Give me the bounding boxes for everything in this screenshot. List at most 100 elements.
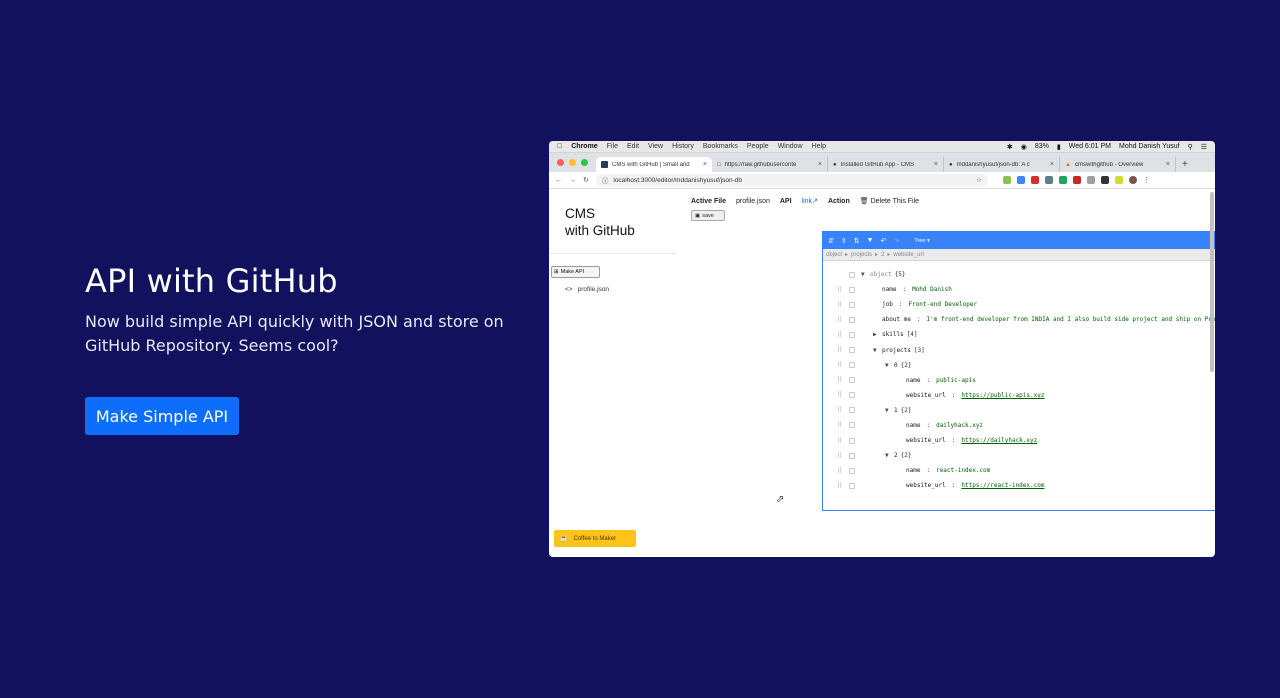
drag-handle-icon[interactable]: ⠿ bbox=[837, 331, 842, 339]
make-api-button[interactable]: ⊞ Make API bbox=[551, 266, 600, 278]
menu-window[interactable]: Window bbox=[778, 143, 803, 150]
extension-icon[interactable] bbox=[1114, 176, 1123, 184]
tree-row[interactable]: ⠿ name: react-index.com bbox=[823, 463, 1215, 478]
context-menu-button[interactable] bbox=[849, 362, 855, 369]
extension-icon[interactable] bbox=[1058, 176, 1067, 184]
collapse-icon[interactable]: ▼ bbox=[885, 452, 891, 459]
context-menu-button[interactable] bbox=[849, 331, 855, 338]
tree-url-value[interactable]: https://dailyhack.xyz bbox=[961, 437, 1037, 444]
context-menu-button[interactable] bbox=[849, 347, 855, 354]
collapse-icon[interactable]: ▼ bbox=[885, 362, 891, 369]
context-menu-button[interactable] bbox=[849, 377, 855, 384]
breadcrumb-item[interactable]: website_url bbox=[893, 252, 923, 258]
tree-value[interactable]: Mohd Danish bbox=[912, 286, 952, 293]
tree-row[interactable]: ⠿ about me: I'm front-end developer from I… bbox=[823, 312, 1215, 327]
extension-icon[interactable] bbox=[1030, 176, 1039, 184]
apple-icon[interactable]:  bbox=[557, 143, 562, 150]
context-menu-button[interactable] bbox=[849, 286, 855, 293]
tree-row[interactable]: ⠿ name: Mohd Danish bbox=[823, 282, 1215, 297]
filter-icon[interactable]: ▼ bbox=[867, 237, 874, 244]
context-menu-button[interactable] bbox=[849, 392, 855, 399]
user-name[interactable]: Mohd Danish Yusuf bbox=[1119, 143, 1180, 150]
context-menu-button[interactable] bbox=[849, 422, 855, 429]
drag-handle-icon[interactable]: ⠿ bbox=[837, 452, 842, 460]
tree-row[interactable]: ⠿ ▶ skills [4] bbox=[823, 327, 1215, 342]
tree-key[interactable]: website_url bbox=[906, 437, 946, 444]
bookmark-star-icon[interactable]: ☆ bbox=[976, 176, 982, 184]
collapse-icon[interactable]: ▼ bbox=[885, 407, 891, 414]
clock[interactable]: Wed 6:01 PM bbox=[1069, 143, 1111, 150]
tree-key[interactable]: 1 bbox=[894, 407, 898, 414]
tree-row[interactable]: ⠿ ▼ 0 {2} bbox=[823, 358, 1215, 373]
close-tab-icon[interactable]: × bbox=[1050, 161, 1054, 168]
browser-tab[interactable]: ▲ cmswithgithub - Overview × bbox=[1060, 157, 1176, 172]
back-icon[interactable]: ← bbox=[555, 177, 562, 184]
close-tab-icon[interactable]: × bbox=[818, 161, 822, 168]
breadcrumb-item[interactable]: projects bbox=[851, 252, 872, 258]
context-menu-button[interactable] bbox=[849, 301, 855, 308]
new-tab-icon[interactable]: + bbox=[1176, 157, 1194, 172]
info-icon[interactable]: ⓘ bbox=[602, 175, 609, 185]
drag-handle-icon[interactable]: ⠿ bbox=[837, 316, 842, 324]
drag-handle-icon[interactable]: ⠿ bbox=[837, 467, 842, 475]
drag-handle-icon[interactable]: ⠿ bbox=[837, 482, 842, 490]
tree-value[interactable]: react-index.com bbox=[936, 467, 990, 474]
menu-view[interactable]: View bbox=[648, 143, 663, 150]
drag-handle-icon[interactable]: ⠿ bbox=[837, 361, 842, 369]
close-tab-icon[interactable]: × bbox=[703, 161, 707, 168]
extension-icon[interactable] bbox=[1072, 176, 1081, 184]
tree-row[interactable]: ⠿ website_url: https://dailyhack.xyz bbox=[823, 433, 1215, 448]
context-menu-button[interactable] bbox=[849, 271, 855, 278]
tree-key[interactable]: job bbox=[882, 301, 893, 308]
drag-handle-icon[interactable]: ⠿ bbox=[837, 301, 842, 309]
browser-tab[interactable]: ● Installed GitHub App - CMS × bbox=[828, 157, 944, 172]
wifi-icon[interactable]: ◉ bbox=[1021, 143, 1027, 151]
tree-row[interactable]: ⠿ website_url: https://react-index.com bbox=[823, 478, 1215, 493]
breadcrumb-item[interactable]: 2 bbox=[881, 252, 884, 258]
extension-icon[interactable] bbox=[1044, 176, 1053, 184]
collapse-icon[interactable]: ▼ bbox=[873, 347, 879, 354]
browser-tab[interactable]: CMS with GitHub | Small and × bbox=[596, 157, 712, 172]
menu-people[interactable]: People bbox=[747, 143, 769, 150]
menu-edit[interactable]: Edit bbox=[627, 143, 639, 150]
sort-icon[interactable]: ⇅ bbox=[854, 237, 860, 245]
context-menu-button[interactable] bbox=[849, 316, 855, 323]
expand-all-icon[interactable]: ⇵ bbox=[828, 237, 834, 245]
drag-handle-icon[interactable]: ⠿ bbox=[837, 346, 842, 354]
extension-icon[interactable] bbox=[1002, 176, 1011, 184]
drag-handle-icon[interactable]: ⠿ bbox=[837, 376, 842, 384]
breadcrumb-item[interactable]: object bbox=[826, 252, 842, 258]
context-menu-button[interactable] bbox=[849, 407, 855, 414]
redo-icon[interactable]: ↷ bbox=[893, 237, 899, 245]
menu-app-name[interactable]: Chrome bbox=[571, 143, 597, 150]
tree-key[interactable]: projects bbox=[882, 347, 911, 354]
context-menu-button[interactable] bbox=[849, 452, 855, 459]
mode-select[interactable]: Tree ▾ bbox=[914, 238, 929, 244]
extension-icon[interactable] bbox=[1086, 176, 1095, 184]
tree-key[interactable]: name bbox=[906, 422, 920, 429]
close-tab-icon[interactable]: × bbox=[1166, 161, 1170, 168]
extension-icon[interactable] bbox=[1016, 176, 1025, 184]
api-link[interactable]: link↗ bbox=[802, 197, 818, 205]
tree-row[interactable]: ⠿ ▼ 1 {2} bbox=[823, 403, 1215, 418]
tree-row[interactable]: ▼ object {5} bbox=[823, 267, 1215, 282]
tree-key[interactable]: 2 bbox=[894, 452, 898, 459]
browser-tab[interactable]: ● mddanishyusuf/json-db: A c × bbox=[944, 157, 1060, 172]
context-menu-button[interactable] bbox=[849, 467, 855, 474]
tree-key[interactable]: name bbox=[906, 467, 920, 474]
browser-tab[interactable]: □ https://raw.githubuserconte × bbox=[712, 157, 828, 172]
delete-file-button[interactable]: 🗑 Delete This File bbox=[860, 197, 919, 205]
tree-row[interactable]: ⠿ name: dailyhack.xyz bbox=[823, 418, 1215, 433]
battery-percent[interactable]: 83% bbox=[1035, 143, 1049, 150]
menu-help[interactable]: Help bbox=[812, 143, 826, 150]
page-scrollbar[interactable] bbox=[1210, 192, 1214, 372]
tree-value[interactable]: I'm front-end developer from INDIA and I… bbox=[927, 316, 1215, 323]
tree-url-value[interactable]: https://public-apis.xyz bbox=[961, 392, 1044, 399]
tree-key[interactable]: website_url bbox=[906, 482, 946, 489]
drag-handle-icon[interactable]: ⠿ bbox=[837, 286, 842, 294]
tree-row[interactable]: ⠿ website_url: https://public-apis.xyz bbox=[823, 388, 1215, 403]
tree-value[interactable]: dailyhack.xyz bbox=[936, 422, 983, 429]
minimize-window-icon[interactable] bbox=[569, 159, 576, 166]
forward-icon[interactable]: → bbox=[569, 177, 576, 184]
tree-key[interactable]: 0 bbox=[894, 362, 898, 369]
